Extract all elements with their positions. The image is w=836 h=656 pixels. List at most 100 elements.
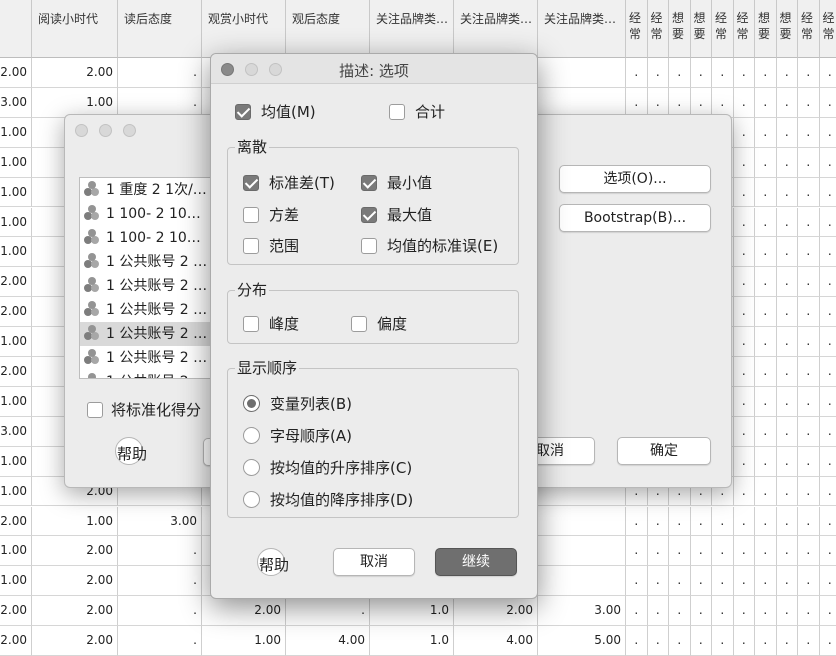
- table-cell[interactable]: .: [776, 297, 798, 328]
- table-cell[interactable]: .: [819, 507, 836, 537]
- table-cell[interactable]: .: [819, 357, 836, 387]
- order-radio[interactable]: [243, 491, 260, 508]
- table-cell[interactable]: .: [819, 417, 836, 447]
- table-cell[interactable]: .: [690, 566, 712, 597]
- sem-row[interactable]: 均值的标准误(E): [361, 235, 498, 256]
- table-cell[interactable]: [538, 506, 626, 537]
- table-cell[interactable]: 1.00: [0, 536, 32, 567]
- table-cell[interactable]: .: [755, 237, 777, 268]
- list-item[interactable]: 1 重度 2 1次/…: [80, 178, 210, 202]
- table-cell[interactable]: .: [755, 506, 777, 537]
- order-option[interactable]: 按均值的降序排序(D): [243, 489, 413, 510]
- table-cell[interactable]: 1.00: [0, 446, 32, 477]
- mean-checkbox[interactable]: [235, 104, 251, 120]
- table-cell[interactable]: .: [733, 267, 755, 298]
- table-cell[interactable]: 1.00: [0, 207, 32, 238]
- continue-button[interactable]: 继续: [435, 548, 517, 576]
- table-cell[interactable]: 2.00: [454, 596, 538, 627]
- table-cell[interactable]: .: [118, 58, 202, 88]
- order-option[interactable]: 字母顺序(A): [243, 425, 352, 446]
- table-cell[interactable]: .: [647, 596, 669, 627]
- table-cell[interactable]: .: [733, 566, 755, 597]
- table-cell[interactable]: .: [690, 626, 712, 656]
- table-cell[interactable]: .: [776, 596, 798, 627]
- table-cell[interactable]: .: [733, 416, 755, 447]
- order-option[interactable]: 按均值的升序排序(C): [243, 457, 412, 478]
- table-cell[interactable]: .: [776, 87, 798, 118]
- table-cell[interactable]: .: [755, 177, 777, 208]
- table-cell[interactable]: .: [819, 148, 836, 178]
- table-cell[interactable]: 2.00: [32, 536, 118, 567]
- table-cell[interactable]: .: [755, 566, 777, 597]
- table-cell[interactable]: .: [776, 536, 798, 567]
- table-cell[interactable]: .: [733, 626, 755, 656]
- table-cell[interactable]: .: [669, 596, 691, 627]
- table-cell[interactable]: .: [798, 446, 820, 477]
- table-cell[interactable]: [538, 58, 626, 88]
- table-cell[interactable]: 1.00: [0, 476, 32, 507]
- table-cell[interactable]: .: [755, 297, 777, 328]
- table-cell[interactable]: .: [819, 297, 836, 328]
- range-checkbox[interactable]: [243, 238, 259, 254]
- table-cell[interactable]: 2.00: [32, 596, 118, 627]
- table-cell[interactable]: 1.00: [0, 147, 32, 178]
- bootstrap-button[interactable]: Bootstrap(B)...: [559, 204, 711, 232]
- table-cell[interactable]: .: [755, 147, 777, 178]
- table-cell[interactable]: .: [798, 327, 820, 357]
- table-cell[interactable]: 1.00: [0, 177, 32, 208]
- table-cell[interactable]: .: [626, 596, 648, 627]
- table-cell[interactable]: .: [798, 267, 820, 298]
- table-cell[interactable]: .: [733, 536, 755, 567]
- table-cell[interactable]: .: [733, 297, 755, 328]
- table-cell[interactable]: .: [819, 447, 836, 477]
- table-cell[interactable]: .: [755, 207, 777, 238]
- table-cell[interactable]: 4.00: [286, 626, 370, 656]
- table-cell[interactable]: .: [755, 476, 777, 507]
- mean-row[interactable]: 均值(M): [235, 101, 316, 122]
- table-cell[interactable]: 2.00: [0, 506, 32, 537]
- table-cell[interactable]: .: [690, 58, 712, 88]
- max-checkbox[interactable]: [361, 207, 377, 223]
- table-cell[interactable]: .: [690, 536, 712, 567]
- column-header[interactable]: 想要: [669, 0, 691, 58]
- skewness-checkbox[interactable]: [351, 316, 367, 332]
- column-header[interactable]: 想要: [690, 0, 712, 58]
- column-header[interactable]: 经常: [798, 0, 820, 58]
- table-cell[interactable]: .: [798, 416, 820, 447]
- table-cell[interactable]: 2.00: [0, 626, 32, 656]
- table-cell[interactable]: .: [819, 536, 836, 567]
- min-row[interactable]: 最小值: [361, 172, 432, 193]
- table-cell[interactable]: .: [819, 237, 836, 268]
- table-cell[interactable]: .: [626, 536, 648, 567]
- order-radio[interactable]: [243, 427, 260, 444]
- table-cell[interactable]: 3.00: [538, 596, 626, 627]
- table-cell[interactable]: .: [798, 297, 820, 328]
- column-header[interactable]: 读后态度: [118, 0, 202, 58]
- table-cell[interactable]: .: [733, 87, 755, 118]
- table-cell[interactable]: .: [776, 237, 798, 268]
- table-cell[interactable]: .: [647, 506, 669, 537]
- skewness-row[interactable]: 偏度: [351, 313, 407, 334]
- table-cell[interactable]: .: [690, 596, 712, 627]
- table-cell[interactable]: .: [819, 566, 836, 597]
- table-cell[interactable]: .: [819, 327, 836, 357]
- table-cell[interactable]: 1.00: [0, 117, 32, 148]
- table-cell[interactable]: .: [733, 506, 755, 537]
- table-cell[interactable]: .: [733, 386, 755, 417]
- table-cell[interactable]: .: [776, 476, 798, 507]
- table-cell[interactable]: .: [755, 267, 777, 298]
- column-header[interactable]: 想要: [776, 0, 798, 58]
- table-cell[interactable]: .: [626, 506, 648, 537]
- table-cell[interactable]: .: [776, 207, 798, 238]
- table-cell[interactable]: .: [733, 147, 755, 178]
- table-cell[interactable]: .: [733, 207, 755, 238]
- list-item[interactable]: 1 公共账号 2 …: [80, 274, 210, 298]
- table-cell[interactable]: .: [755, 626, 777, 656]
- options-button[interactable]: 选项(O)...: [559, 165, 711, 193]
- column-header[interactable]: 关注品牌类…: [370, 0, 454, 58]
- table-cell[interactable]: .: [776, 117, 798, 148]
- table-cell[interactable]: .: [712, 536, 734, 567]
- table-cell[interactable]: .: [776, 626, 798, 656]
- table-cell[interactable]: .: [798, 476, 820, 507]
- column-header[interactable]: 阅读小时代: [32, 0, 118, 58]
